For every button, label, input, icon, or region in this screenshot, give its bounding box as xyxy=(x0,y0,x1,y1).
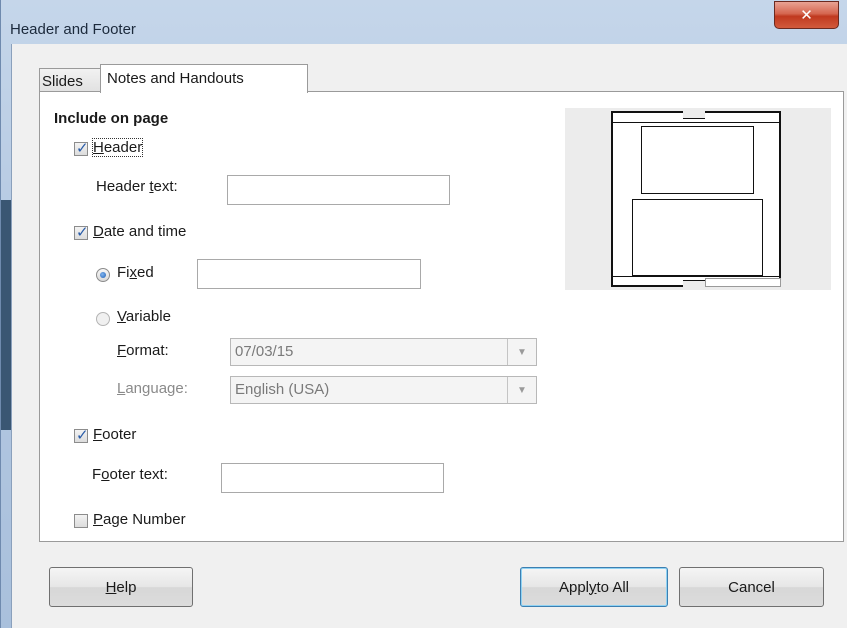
preview-footer-line xyxy=(613,276,779,277)
tab-panel: Include on page Header Header text: Date… xyxy=(39,91,844,542)
chevron-down-icon[interactable]: ▼ xyxy=(507,339,536,365)
include-heading: Include on page xyxy=(54,110,169,127)
preview-notch-top xyxy=(683,111,705,119)
chevron-down-icon[interactable]: ▼ xyxy=(507,377,536,403)
format-select[interactable]: 07/03/15 ▼ xyxy=(230,338,537,366)
language-select[interactable]: English (USA) ▼ xyxy=(230,376,537,404)
cancel-button[interactable]: Cancel xyxy=(679,567,824,607)
fixed-radio[interactable] xyxy=(96,268,110,282)
preview-page-number-area xyxy=(705,278,781,287)
tab-slides-label: Slides xyxy=(42,73,83,90)
close-icon: ✕ xyxy=(800,7,813,24)
dialog-window: Header and Footer ✕ Slides Notes and Han… xyxy=(0,0,847,628)
apply-to-all-button[interactable]: Appl y to All xyxy=(520,567,668,607)
preview-header-line xyxy=(613,122,779,123)
language-label: Language: xyxy=(117,380,188,397)
footer-label[interactable]: Footer xyxy=(93,426,136,443)
tab-slides[interactable]: Slides xyxy=(39,68,101,92)
close-button[interactable]: ✕ xyxy=(774,1,839,29)
tab-notes-label: Notes and Handouts xyxy=(107,70,244,87)
format-value: 07/03/15 xyxy=(235,343,294,360)
footer-text-label: Footer text: xyxy=(92,466,168,483)
variable-label[interactable]: Variable xyxy=(117,308,171,325)
variable-radio[interactable] xyxy=(96,312,110,326)
page-number-checkbox[interactable] xyxy=(74,514,88,528)
header-text-label: Header text: xyxy=(96,178,178,195)
date-time-checkbox[interactable] xyxy=(74,223,89,241)
footer-text-input[interactable] xyxy=(221,463,444,493)
preview-notes-box xyxy=(632,199,763,276)
date-time-label[interactable]: Date and time xyxy=(93,223,186,240)
fixed-label[interactable]: Fixed xyxy=(117,264,154,281)
preview-notch-bottom xyxy=(683,280,705,288)
header-text-input[interactable] xyxy=(227,175,450,205)
dialog-body: Slides Notes and Handouts Include on pag… xyxy=(11,44,847,628)
header-label[interactable]: Header xyxy=(91,138,144,157)
fixed-date-input[interactable] xyxy=(197,259,421,289)
language-value: English (USA) xyxy=(235,381,330,398)
title-bar[interactable]: Header and Footer ✕ xyxy=(1,0,847,44)
window-edge xyxy=(1,200,11,430)
format-label: Format: xyxy=(117,342,169,359)
page-number-label[interactable]: Page Number xyxy=(93,511,186,528)
tab-notes-and-handouts[interactable]: Notes and Handouts xyxy=(100,64,308,93)
preview-slide-box xyxy=(641,126,754,194)
layout-preview xyxy=(565,108,831,290)
window-title: Header and Footer xyxy=(10,21,136,38)
help-button[interactable]: Help xyxy=(49,567,193,607)
header-checkbox[interactable] xyxy=(74,139,89,157)
footer-checkbox[interactable] xyxy=(74,426,89,444)
